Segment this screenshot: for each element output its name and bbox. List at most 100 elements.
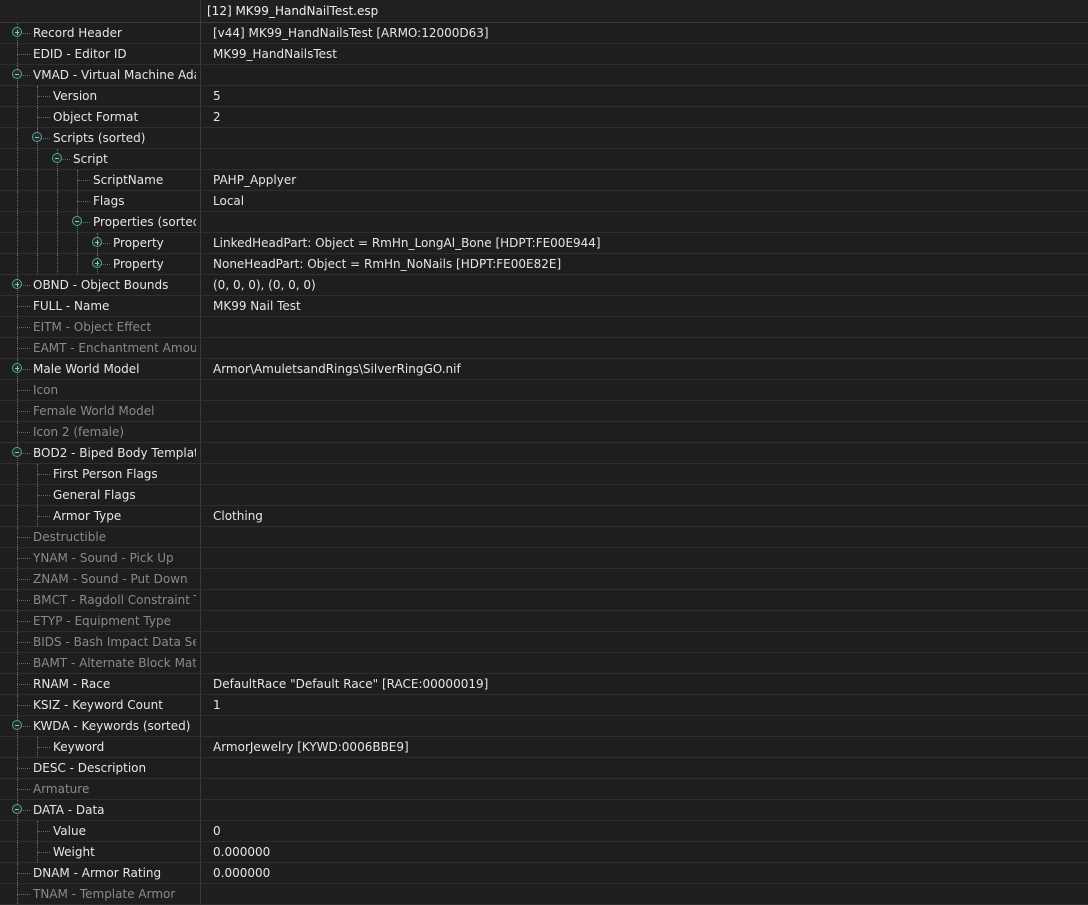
record-row[interactable]: Male World Model Armor\AmuletsandRings\Si… bbox=[0, 359, 1088, 380]
field-value[interactable]: DefaultRace "Default Race" [RACE:0000001… bbox=[213, 677, 1073, 691]
field-label: EAMT - Enchantment Amount bbox=[33, 341, 196, 355]
collapse-icon[interactable] bbox=[12, 69, 22, 79]
record-row[interactable]: Value 0 bbox=[0, 821, 1088, 842]
record-row[interactable]: EAMT - Enchantment Amount bbox=[0, 338, 1088, 359]
record-row[interactable]: Weight 0.000000 bbox=[0, 842, 1088, 863]
record-row[interactable]: DATA - Data bbox=[0, 800, 1088, 821]
record-row[interactable]: FULL - Name MK99 Nail Test bbox=[0, 296, 1088, 317]
record-row[interactable]: Flags Local bbox=[0, 191, 1088, 212]
field-value[interactable]: (0, 0, 0), (0, 0, 0) bbox=[213, 278, 1073, 292]
tree-guide bbox=[37, 737, 38, 757]
record-row[interactable]: TNAM - Template Armor bbox=[0, 884, 1088, 905]
record-row[interactable]: ZNAM - Sound - Put Down bbox=[0, 569, 1088, 590]
record-row[interactable]: Properties (sorted) bbox=[0, 212, 1088, 233]
record-row[interactable]: EDID - Editor ID MK99_HandNailsTest bbox=[0, 44, 1088, 65]
record-row[interactable]: Armature bbox=[0, 779, 1088, 800]
collapse-icon[interactable] bbox=[12, 804, 22, 814]
field-value[interactable]: LinkedHeadPart: Object = RmHn_LongAl_Bon… bbox=[213, 236, 1073, 250]
field-value[interactable]: 1 bbox=[213, 698, 1073, 712]
record-row[interactable]: Property LinkedHeadPart: Object = RmHn_Lo… bbox=[0, 233, 1088, 254]
record-row[interactable]: Icon 2 (female) bbox=[0, 422, 1088, 443]
tree-guide bbox=[17, 590, 18, 610]
tree-guide bbox=[57, 254, 58, 274]
record-row[interactable]: BIDS - Bash Impact Data Set bbox=[0, 632, 1088, 653]
tree-guide bbox=[17, 863, 18, 883]
field-value[interactable]: Local bbox=[213, 194, 1073, 208]
record-row[interactable]: DESC - Description bbox=[0, 758, 1088, 779]
record-row[interactable]: First Person Flags bbox=[0, 464, 1088, 485]
record-row[interactable]: Destructible bbox=[0, 527, 1088, 548]
field-label: General Flags bbox=[53, 488, 136, 502]
record-row[interactable]: YNAM - Sound - Pick Up bbox=[0, 548, 1088, 569]
tree-guide bbox=[17, 128, 18, 148]
expand-icon[interactable] bbox=[92, 237, 102, 247]
record-row[interactable]: KWDA - Keywords (sorted) bbox=[0, 716, 1088, 737]
field-value[interactable]: 2 bbox=[213, 110, 1073, 124]
record-row[interactable]: EITM - Object Effect bbox=[0, 317, 1088, 338]
tree-guide bbox=[17, 527, 18, 547]
field-value[interactable]: Armor\AmuletsandRings\SilverRingGO.nif bbox=[213, 362, 1073, 376]
record-row[interactable]: Icon bbox=[0, 380, 1088, 401]
record-row[interactable]: Record Header [v44] MK99_HandNailsTest [A… bbox=[0, 23, 1088, 44]
tree-guide bbox=[17, 779, 18, 799]
tree-guide bbox=[17, 684, 30, 685]
collapse-icon[interactable] bbox=[32, 132, 42, 142]
field-label: DNAM - Armor Rating bbox=[33, 866, 162, 880]
field-label: Script bbox=[73, 152, 108, 166]
collapse-icon[interactable] bbox=[52, 153, 62, 163]
record-row[interactable]: Script bbox=[0, 149, 1088, 170]
record-row[interactable]: Object Format 2 bbox=[0, 107, 1088, 128]
tree-guide bbox=[77, 233, 78, 253]
field-value[interactable]: NoneHeadPart: Object = RmHn_NoNails [HDP… bbox=[213, 257, 1073, 271]
tree-guide bbox=[37, 474, 50, 475]
field-value[interactable]: Clothing bbox=[213, 509, 1073, 523]
tree-guide bbox=[17, 674, 18, 694]
record-row[interactable]: Version 5 bbox=[0, 86, 1088, 107]
field-value[interactable]: ArmorJewelry [KYWD:0006BBE9] bbox=[213, 740, 1073, 754]
record-row[interactable]: General Flags bbox=[0, 485, 1088, 506]
field-name-cell: Property bbox=[0, 233, 201, 253]
tree-guide bbox=[37, 170, 38, 190]
expand-icon[interactable] bbox=[12, 27, 22, 37]
record-row[interactable]: ScriptName PAHP_Applyer bbox=[0, 170, 1088, 191]
field-label: BOD2 - Biped Body Template bbox=[33, 446, 196, 460]
tree-guide bbox=[77, 180, 90, 181]
collapse-icon[interactable] bbox=[12, 720, 22, 730]
collapse-icon[interactable] bbox=[72, 216, 82, 226]
record-row[interactable]: BMCT - Ragdoll Constraint T... bbox=[0, 590, 1088, 611]
field-value[interactable]: 0 bbox=[213, 824, 1073, 838]
record-row[interactable]: RNAM - Race DefaultRace "Default Race" [R… bbox=[0, 674, 1088, 695]
record-row[interactable]: Female World Model bbox=[0, 401, 1088, 422]
record-row[interactable]: ETYP - Equipment Type bbox=[0, 611, 1088, 632]
field-name-cell: Icon bbox=[0, 380, 201, 400]
field-name-cell: EDID - Editor ID bbox=[0, 44, 201, 64]
record-row[interactable]: Keyword ArmorJewelry [KYWD:0006BBE9] bbox=[0, 737, 1088, 758]
field-name-cell: DNAM - Armor Rating bbox=[0, 863, 201, 883]
field-value[interactable]: 0.000000 bbox=[213, 866, 1073, 880]
record-row[interactable]: VMAD - Virtual Machine Ada... bbox=[0, 65, 1088, 86]
field-value[interactable]: 0.000000 bbox=[213, 845, 1073, 859]
record-row[interactable]: BAMT - Alternate Block Mate... bbox=[0, 653, 1088, 674]
field-name-cell: Female World Model bbox=[0, 401, 201, 421]
record-row[interactable]: Scripts (sorted) bbox=[0, 128, 1088, 149]
record-row[interactable]: KSIZ - Keyword Count 1 bbox=[0, 695, 1088, 716]
expand-icon[interactable] bbox=[12, 363, 22, 373]
expand-icon[interactable] bbox=[92, 258, 102, 268]
record-row[interactable]: Armor Type Clothing bbox=[0, 506, 1088, 527]
tree-guide bbox=[37, 212, 38, 232]
record-row[interactable]: BOD2 - Biped Body Template bbox=[0, 443, 1088, 464]
field-label: KSIZ - Keyword Count bbox=[33, 698, 163, 712]
tree-guide bbox=[37, 117, 50, 118]
field-value[interactable]: MK99_HandNailsTest bbox=[213, 47, 1073, 61]
expand-icon[interactable] bbox=[12, 279, 22, 289]
tree-guide bbox=[37, 149, 38, 169]
field-value[interactable]: 5 bbox=[213, 89, 1073, 103]
tree-guide bbox=[77, 201, 90, 202]
field-name-cell: Destructible bbox=[0, 527, 201, 547]
field-value[interactable]: MK99 Nail Test bbox=[213, 299, 1073, 313]
field-value[interactable]: PAHP_Applyer bbox=[213, 173, 1073, 187]
field-value[interactable]: [v44] MK99_HandNailsTest [ARMO:12000D63] bbox=[213, 26, 1073, 40]
record-row[interactable]: Property NoneHeadPart: Object = RmHn_NoNa… bbox=[0, 254, 1088, 275]
record-row[interactable]: OBND - Object Bounds (0, 0, 0), (0, 0, 0) bbox=[0, 275, 1088, 296]
collapse-icon[interactable] bbox=[12, 447, 22, 457]
